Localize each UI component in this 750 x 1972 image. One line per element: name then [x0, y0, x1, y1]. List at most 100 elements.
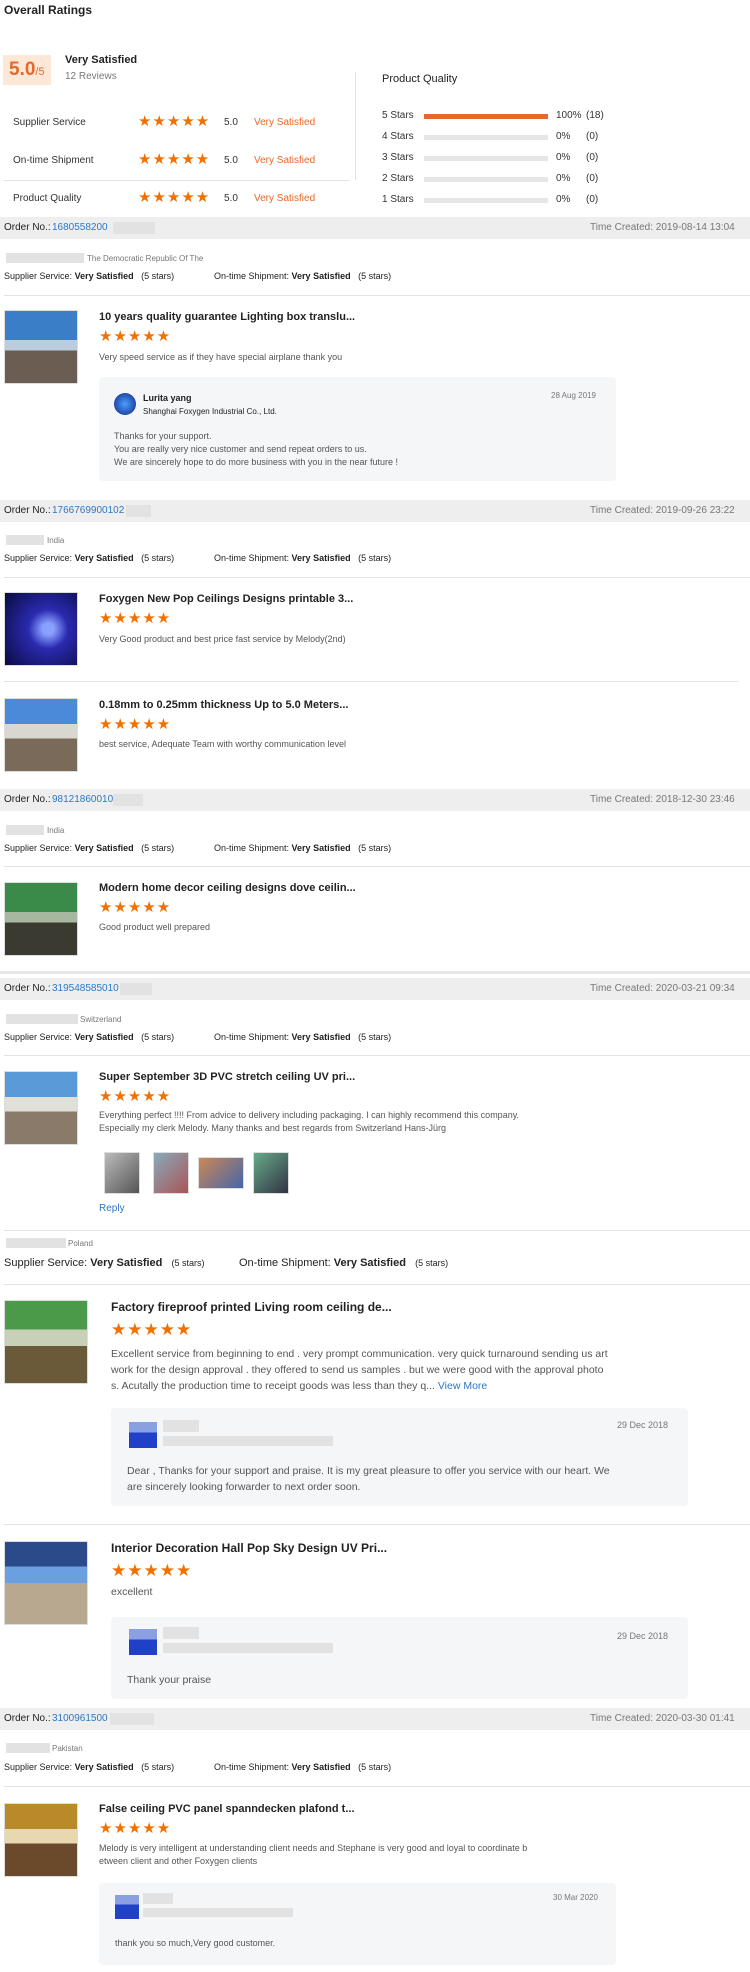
order-label: Order No.:	[4, 1713, 51, 1724]
reply-author: Lurita yang	[143, 393, 192, 403]
view-more-link[interactable]: View More	[438, 1380, 487, 1392]
product-name[interactable]: Foxygen New Pop Ceilings Designs printab…	[99, 593, 353, 605]
product-image[interactable]	[4, 1071, 78, 1145]
order-number[interactable]: 319548585010	[52, 983, 119, 994]
supplier-service-rating: Supplier Service: Very Satisfied (5 star…	[4, 553, 175, 563]
product-image[interactable]	[4, 1300, 88, 1384]
star-level-percent: 100%	[556, 110, 582, 121]
masked-buyer	[6, 825, 44, 835]
masked-name	[143, 1893, 173, 1904]
divider	[4, 1524, 750, 1525]
masked-buyer	[6, 1014, 78, 1024]
product-image[interactable]	[4, 592, 78, 666]
star-level-count: (0)	[586, 194, 599, 205]
buyer-country: Poland	[68, 1239, 93, 1248]
masked-text	[113, 222, 155, 234]
masked-company	[163, 1436, 333, 1446]
product-name[interactable]: False ceiling PVC panel spanndecken plaf…	[99, 1803, 355, 1815]
buyer-country: Pakistan	[52, 1744, 83, 1753]
product-name[interactable]: 10 years quality guarantee Lighting box …	[99, 311, 355, 323]
masked-buyer	[6, 1238, 66, 1248]
quality-title: Product Quality	[382, 73, 458, 85]
review-count: 12 Reviews	[65, 71, 117, 82]
divider	[4, 1284, 750, 1285]
reply-company: Shanghai Foxygen Industrial Co., Ltd.	[143, 407, 277, 416]
order-header: Order No.: 98121860010 Time Created: 201…	[0, 789, 750, 811]
page-title: Overall Ratings	[4, 3, 93, 17]
review-text: Everything perfect !!!! From advice to d…	[99, 1110, 520, 1120]
divider	[4, 1230, 750, 1231]
supplier-service-rating: Supplier Service: Very Satisfied (5 star…	[4, 1257, 205, 1269]
review-text: etween client and other Foxygen clients	[99, 1856, 258, 1866]
time-created: Time Created: 2018-12-30 23:46	[590, 794, 735, 805]
seller-reply: Lurita yang Shanghai Foxygen Industrial …	[99, 377, 616, 481]
time-created: Time Created: 2019-08-14 13:04	[590, 222, 735, 233]
product-stars: ★★★★★	[99, 1088, 172, 1105]
reply-link[interactable]: Reply	[99, 1203, 125, 1214]
quality-bar	[424, 177, 548, 182]
rating-text-supplier: Very Satisfied	[254, 117, 316, 128]
star-level-label: 4 Stars	[382, 131, 414, 142]
order-label: Order No.:	[4, 222, 51, 233]
order-number[interactable]: 3100961500	[52, 1713, 108, 1724]
shipment-rating: On-time Shipment: Very Satisfied (5 star…	[214, 553, 392, 563]
order-number[interactable]: 1766769900102	[52, 505, 124, 516]
product-stars: ★★★★★	[99, 610, 172, 627]
time-created: Time Created: 2020-03-30 01:41	[590, 1713, 735, 1724]
divider	[4, 295, 750, 296]
divider	[0, 971, 750, 974]
product-name[interactable]: Super September 3D PVC stretch ceiling U…	[99, 1071, 355, 1083]
seller-reply: 30 Mar 2020 thank you so much,Very good …	[99, 1883, 616, 1965]
rating-stars-quality: ★★★★★	[138, 189, 211, 206]
product-stars: ★★★★★	[99, 1820, 172, 1837]
seller-reply: 29 Dec 2018 Dear , Thanks for your suppo…	[111, 1408, 688, 1506]
order-number[interactable]: 1680558200	[52, 222, 108, 233]
reply-line: Thank your praise	[127, 1674, 212, 1686]
avatar	[114, 393, 136, 415]
order-label: Order No.:	[4, 505, 51, 516]
supplier-service-rating: Supplier Service: Very Satisfied (5 star…	[4, 271, 175, 281]
shipment-rating: On-time Shipment: Very Satisfied (5 star…	[214, 1762, 392, 1772]
order-header: Order No.: 319548585010 Time Created: 20…	[0, 978, 750, 1000]
product-stars: ★★★★★	[111, 1320, 193, 1339]
shipment-rating: On-time Shipment: Very Satisfied (5 star…	[239, 1257, 449, 1269]
review-text: Very Good product and best price fast se…	[99, 634, 346, 644]
quality-bar	[424, 156, 548, 161]
product-name[interactable]: Factory fireproof printed Living room ce…	[111, 1300, 392, 1314]
review-photo[interactable]	[198, 1157, 244, 1189]
masked-text	[126, 505, 151, 517]
order-header: Order No.: 3100961500 Time Created: 2020…	[0, 1708, 750, 1730]
star-level-count: (18)	[586, 110, 604, 121]
supplier-service-rating: Supplier Service: Very Satisfied (5 star…	[4, 1032, 175, 1042]
product-name[interactable]: 0.18mm to 0.25mm thickness Up to 5.0 Met…	[99, 699, 348, 711]
quality-bar	[424, 135, 548, 140]
review-photo[interactable]	[253, 1152, 289, 1194]
reply-date: 29 Dec 2018	[617, 1631, 669, 1641]
product-image[interactable]	[4, 1541, 88, 1625]
star-level-label: 1 Stars	[382, 194, 414, 205]
review-text: s. Acutally the production time to recei…	[111, 1380, 488, 1392]
review-photo[interactable]	[153, 1152, 189, 1194]
star-level-label: 5 Stars	[382, 110, 414, 121]
reply-line: We are sincerely hope to do more busines…	[114, 457, 398, 467]
product-image[interactable]	[4, 882, 78, 956]
product-name[interactable]: Interior Decoration Hall Pop Sky Design …	[111, 1541, 387, 1555]
order-number[interactable]: 98121860010	[52, 794, 113, 805]
product-image[interactable]	[4, 698, 78, 772]
product-image[interactable]	[4, 1803, 78, 1877]
masked-company	[143, 1908, 293, 1917]
product-image[interactable]	[4, 310, 78, 384]
review-photo[interactable]	[104, 1152, 140, 1194]
shipment-rating: On-time Shipment: Very Satisfied (5 star…	[214, 843, 392, 853]
rating-label-shipment: On-time Shipment	[13, 155, 94, 166]
product-name[interactable]: Modern home decor ceiling designs dove c…	[99, 882, 356, 894]
divider	[355, 72, 356, 180]
review-text: Especially my clerk Melody. Many thanks …	[99, 1123, 446, 1133]
rating-stars-supplier: ★★★★★	[138, 113, 211, 130]
reply-line: thank you so much,Very good customer.	[115, 1938, 276, 1948]
reply-date: 30 Mar 2020	[553, 1893, 598, 1902]
review-text: Very speed service as if they have speci…	[99, 352, 343, 362]
reply-line: You are really very nice customer and se…	[114, 444, 367, 454]
rating-value-supplier: 5.0	[224, 117, 238, 128]
product-stars: ★★★★★	[99, 899, 172, 916]
